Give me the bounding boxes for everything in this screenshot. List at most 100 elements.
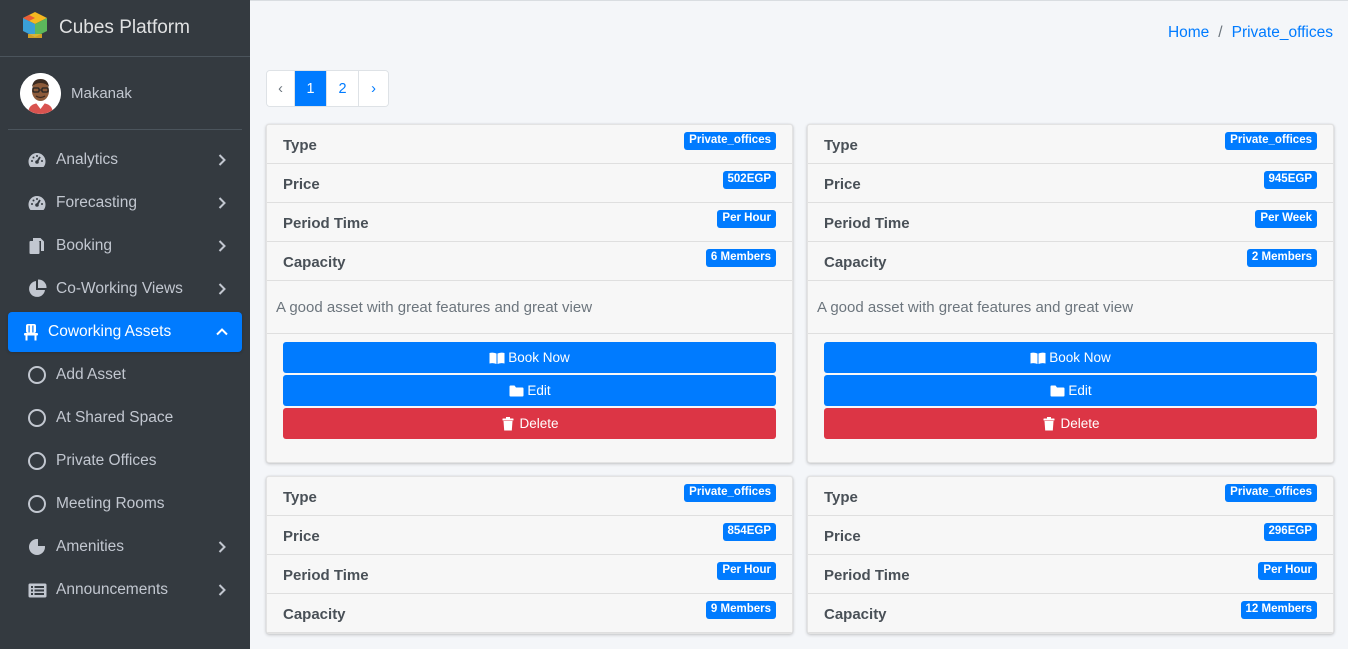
- capacity-label: Capacity: [824, 605, 887, 623]
- user-name[interactable]: Makanak: [71, 85, 132, 102]
- main-content: Home / Private_offices ‹ 1 2 › Type Priv…: [250, 0, 1348, 649]
- type-badge: Private_offices: [684, 484, 776, 502]
- delete-label: Delete: [519, 416, 559, 431]
- price-row: Price 854EGP: [267, 516, 792, 555]
- sidebar-item-label: Amenities: [56, 538, 125, 555]
- sidebar-item-label: Co-Working Views: [56, 280, 183, 297]
- price-row: Price 502EGP: [267, 164, 792, 203]
- folder-icon: [508, 384, 524, 398]
- asset-card: Type Private_offices Price 296EGP Period…: [807, 476, 1334, 634]
- asset-description: A good asset with great features and gre…: [267, 281, 792, 334]
- sidebar: Cubes Platform Makanak Analytics Forecas…: [0, 0, 250, 649]
- period-row: Period Time Per Hour: [808, 555, 1333, 594]
- capacity-label: Capacity: [283, 253, 346, 271]
- type-row: Type Private_offices: [808, 477, 1333, 516]
- sidebar-item-label: Meeting Rooms: [56, 495, 165, 512]
- sidebar-item-coworking-views[interactable]: Co-Working Views: [8, 269, 242, 309]
- capacity-row: Capacity 9 Members: [267, 594, 792, 633]
- type-label: Type: [824, 488, 858, 506]
- chair-icon: [22, 322, 40, 342]
- capacity-row: Capacity 6 Members: [267, 242, 792, 281]
- pagination-next-button[interactable]: ›: [359, 71, 388, 106]
- trash-icon: [1041, 416, 1057, 431]
- capacity-row: Capacity 2 Members: [808, 242, 1333, 281]
- capacity-row: Capacity 12 Members: [808, 594, 1333, 633]
- card-actions: Book Now Edit Delete: [267, 334, 792, 462]
- period-label: Period Time: [824, 566, 910, 584]
- avatar[interactable]: [20, 72, 61, 114]
- folder-icon: [1049, 384, 1065, 398]
- sidebar-item-meeting-rooms[interactable]: Meeting Rooms: [8, 484, 242, 524]
- circle-icon: [26, 408, 48, 428]
- pagination-prev-button[interactable]: ‹: [267, 71, 295, 106]
- capacity-label: Capacity: [283, 605, 346, 623]
- type-label: Type: [283, 488, 317, 506]
- pagination-page-1[interactable]: 1: [295, 71, 327, 106]
- chevron-right-icon: [216, 584, 228, 596]
- sidebar-item-booking[interactable]: Booking: [8, 226, 242, 266]
- type-badge: Private_offices: [1225, 132, 1317, 150]
- tachometer-icon: [26, 150, 48, 170]
- book-open-icon: [489, 351, 505, 365]
- sidebar-item-private-offices[interactable]: Private Offices: [8, 441, 242, 481]
- delete-button[interactable]: Delete: [283, 408, 776, 439]
- pie-chart-icon: [26, 279, 48, 299]
- circle-icon: [26, 494, 48, 514]
- sidebar-item-shared-space[interactable]: At Shared Space: [8, 398, 242, 438]
- price-badge: 502EGP: [722, 171, 776, 189]
- price-badge: 854EGP: [722, 523, 776, 541]
- capacity-badge: 2 Members: [1246, 249, 1317, 267]
- period-label: Period Time: [283, 566, 369, 584]
- price-row: Price 945EGP: [808, 164, 1333, 203]
- asset-card: Type Private_offices Price 854EGP Period…: [266, 476, 793, 634]
- price-label: Price: [283, 527, 320, 545]
- capacity-badge: 12 Members: [1240, 601, 1317, 619]
- sidebar-item-label: Announcements: [56, 581, 169, 598]
- price-label: Price: [824, 175, 861, 193]
- delete-button[interactable]: Delete: [824, 408, 1317, 439]
- chevron-right-icon: [216, 240, 228, 252]
- circle-icon: [26, 451, 48, 471]
- breadcrumb-home-link[interactable]: Home: [1168, 24, 1209, 42]
- chevron-up-icon: [216, 326, 228, 338]
- book-now-button[interactable]: Book Now: [283, 342, 776, 373]
- sidebar-item-label: Analytics: [56, 151, 119, 168]
- user-panel[interactable]: Makanak: [8, 57, 242, 130]
- list-icon: [26, 580, 48, 600]
- sidebar-item-amenities[interactable]: Amenities: [8, 527, 242, 567]
- sidebar-item-analytics[interactable]: Analytics: [8, 140, 242, 180]
- period-label: Period Time: [824, 214, 910, 232]
- user-avatar-icon: [20, 72, 61, 114]
- type-row: Type Private_offices: [808, 125, 1333, 164]
- brand[interactable]: Cubes Platform: [0, 0, 250, 57]
- sidebar-item-add-asset[interactable]: Add Asset: [8, 355, 242, 395]
- chevron-right-icon: [216, 154, 228, 166]
- book-now-button[interactable]: Book Now: [824, 342, 1317, 373]
- asset-card: Type Private_offices Price 945EGP Period…: [807, 124, 1334, 463]
- period-row: Period Time Per Hour: [267, 203, 792, 242]
- type-row: Type Private_offices: [267, 477, 792, 516]
- breadcrumb: Home / Private_offices: [1168, 24, 1333, 42]
- chevron-right-icon: [216, 283, 228, 295]
- edit-label: Edit: [527, 383, 551, 398]
- pie-icon: [26, 537, 48, 557]
- breadcrumb-current-link[interactable]: Private_offices: [1232, 24, 1333, 42]
- sidebar-item-label: Coworking Assets: [48, 323, 172, 340]
- type-label: Type: [283, 136, 317, 154]
- sidebar-item-coworking-assets[interactable]: Coworking Assets: [8, 312, 242, 352]
- sidebar-item-announcements[interactable]: Announcements: [8, 570, 242, 610]
- type-label: Type: [824, 136, 858, 154]
- breadcrumb-separator: /: [1218, 24, 1223, 41]
- sidebar-item-forecasting[interactable]: Forecasting: [8, 183, 242, 223]
- book-open-icon: [1030, 351, 1046, 365]
- period-row: Period Time Per Hour: [267, 555, 792, 594]
- copy-icon: [26, 236, 48, 256]
- period-row: Period Time Per Week: [808, 203, 1333, 242]
- edit-button[interactable]: Edit: [283, 375, 776, 406]
- edit-label: Edit: [1068, 383, 1092, 398]
- price-badge: 296EGP: [1263, 523, 1317, 541]
- pagination: ‹ 1 2 ›: [266, 70, 389, 107]
- sidebar-item-label: At Shared Space: [56, 409, 174, 426]
- pagination-page-2[interactable]: 2: [327, 71, 359, 106]
- edit-button[interactable]: Edit: [824, 375, 1317, 406]
